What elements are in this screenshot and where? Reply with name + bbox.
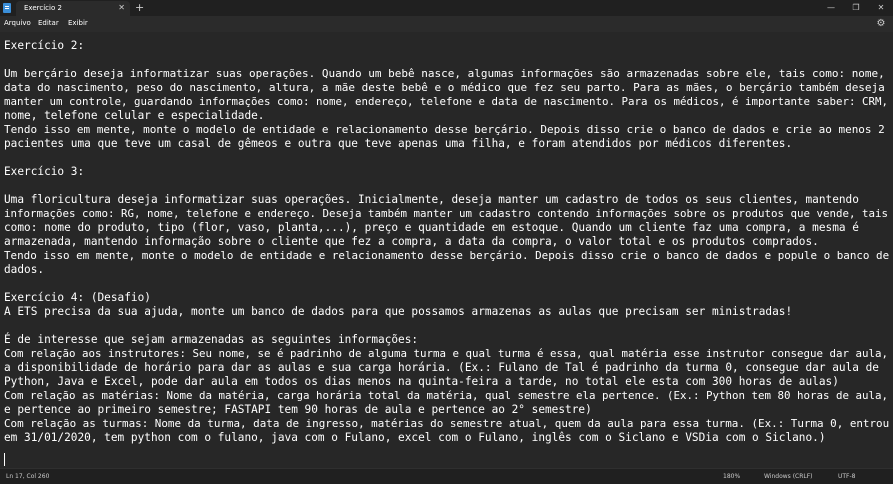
- editor-line: Python, Java e Excel, pode dar aula em t…: [4, 375, 839, 388]
- text-editor-area[interactable]: Exercício 2: Um berçário deseja informati…: [0, 32, 893, 468]
- editor-line: como: nome do produto, tipo (flor, vaso,…: [4, 221, 859, 234]
- menu-exibir[interactable]: Exibir: [68, 19, 88, 27]
- editor-line: É de interesse que sejam armazenadas as …: [4, 333, 419, 346]
- menu-bar: Arquivo Editar Exibir ⚙: [0, 16, 893, 32]
- title-bar: Exercício 2 ✕ + — ❐ ✕: [0, 0, 893, 16]
- editor-line: manter um controle, guardando informaçõe…: [4, 95, 889, 108]
- close-window-button[interactable]: ✕: [870, 0, 892, 16]
- editor-line: dados.: [4, 263, 45, 276]
- settings-gear-icon[interactable]: ⚙: [875, 18, 887, 30]
- editor-line: nome, telefone celular e especialidade.: [4, 109, 265, 122]
- editor-line: Um berçário deseja informatizar suas ope…: [4, 67, 885, 80]
- editor-line: a disponibilidade de horário para dar as…: [4, 361, 879, 374]
- editor-line: e pertence ao primeiro semestre; FASTAPI…: [4, 403, 592, 416]
- editor-line: data do nascimento, peso do nascimento, …: [4, 81, 885, 94]
- editor-line: Exercício 2:: [4, 39, 85, 52]
- editor-line: Com relação aos instrutores: Seu nome, s…: [4, 347, 889, 360]
- text-caret: [4, 453, 5, 466]
- editor-line: Exercício 3:: [4, 165, 85, 178]
- encoding: UTF-8: [838, 473, 856, 480]
- editor-line: Tendo isso em mente, monte o modelo de e…: [4, 249, 890, 262]
- tab-exercicio-2[interactable]: Exercício 2 ✕: [16, 1, 130, 16]
- maximize-button[interactable]: ❐: [845, 0, 867, 16]
- editor-line: Uma floricultura deseja informatizar sua…: [4, 193, 859, 206]
- zoom-level: 180%: [723, 473, 741, 480]
- new-tab-button[interactable]: +: [135, 1, 144, 15]
- cursor-position: Ln 17, Col 260: [6, 473, 50, 480]
- editor-line: pacientes uma que teve um casal de gêmeo…: [4, 137, 793, 150]
- tab-title: Exercício 2: [24, 4, 62, 12]
- editor-line: armazenada, mantendo informação sobre o …: [4, 235, 819, 248]
- menu-arquivo[interactable]: Arquivo: [4, 19, 31, 27]
- editor-line: A ETS precisa da sua ajuda, monte um ban…: [4, 305, 793, 318]
- editor-line: em 31/01/2020, tem python com o fulano, …: [4, 431, 826, 444]
- menu-editar[interactable]: Editar: [38, 19, 59, 27]
- editor-line: Com relação as turmas: Nome da turma, da…: [4, 417, 890, 430]
- status-bar: Ln 17, Col 260 180% Windows (CRLF) UTF-8: [0, 468, 893, 484]
- notepad-app-icon: [3, 3, 11, 13]
- editor-line: Com relação as matérias: Nome da matéria…: [4, 389, 889, 402]
- line-ending: Windows (CRLF): [764, 473, 813, 480]
- editor-line: Exercício 4: (Desafio): [4, 291, 151, 304]
- editor-line: Tendo isso em mente, monte o modelo de e…: [4, 123, 885, 136]
- minimize-button[interactable]: —: [820, 0, 842, 16]
- editor-line: informações como: RG, nome, telefone e e…: [4, 207, 889, 220]
- tab-close-icon[interactable]: ✕: [118, 3, 125, 12]
